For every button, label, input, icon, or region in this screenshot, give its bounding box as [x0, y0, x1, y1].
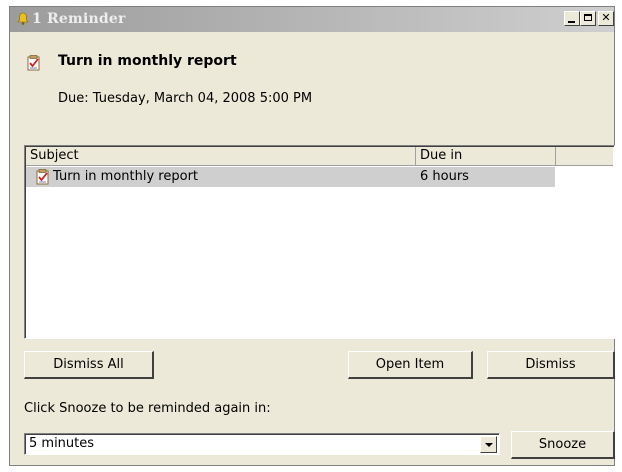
snooze-label: Click Snooze to be reminded again in: — [24, 401, 271, 416]
minimize-icon — [568, 21, 575, 23]
open-item-button[interactable]: Open Item — [348, 351, 473, 379]
column-header-filler — [556, 147, 613, 166]
close-icon: ✕ — [601, 11, 611, 24]
chevron-down-icon — [485, 443, 493, 447]
reminder-due-date: Due: Tuesday, March 04, 2008 5:00 PM — [58, 91, 313, 106]
dismiss-button[interactable]: Dismiss — [487, 351, 615, 379]
column-header-due-in[interactable]: Due in — [416, 147, 556, 166]
snooze-selected-value: 5 minutes — [29, 436, 95, 451]
table-row[interactable]: Turn in monthly report 6 hours — [26, 167, 555, 187]
title-bar[interactable]: 1 Reminder ✕ — [10, 7, 614, 32]
column-header-subject[interactable]: Subject — [26, 147, 416, 166]
row-subject: Turn in monthly report — [53, 169, 199, 184]
bell-icon — [16, 12, 30, 26]
snooze-duration-select[interactable]: 5 minutes — [24, 433, 500, 455]
row-due-in: 6 hours — [420, 169, 469, 184]
task-icon — [27, 55, 41, 71]
reminder-subject: Turn in monthly report — [58, 53, 237, 69]
reminder-list[interactable]: Subject Due in Turn in monthly report 6 … — [24, 145, 615, 339]
snooze-button[interactable]: Snooze — [511, 431, 615, 459]
task-icon — [36, 169, 50, 185]
dismiss-all-button[interactable]: Dismiss All — [24, 351, 154, 379]
maximize-icon — [584, 14, 592, 21]
close-button[interactable]: ✕ — [598, 11, 614, 26]
dropdown-button[interactable] — [480, 436, 497, 453]
maximize-button[interactable] — [580, 11, 596, 26]
list-header: Subject Due in — [26, 147, 613, 166]
reminder-window: 1 Reminder ✕ Turn in monthly report Due:… — [9, 6, 615, 466]
minimize-button[interactable] — [564, 11, 580, 26]
window-title: 1 Reminder — [32, 11, 126, 27]
